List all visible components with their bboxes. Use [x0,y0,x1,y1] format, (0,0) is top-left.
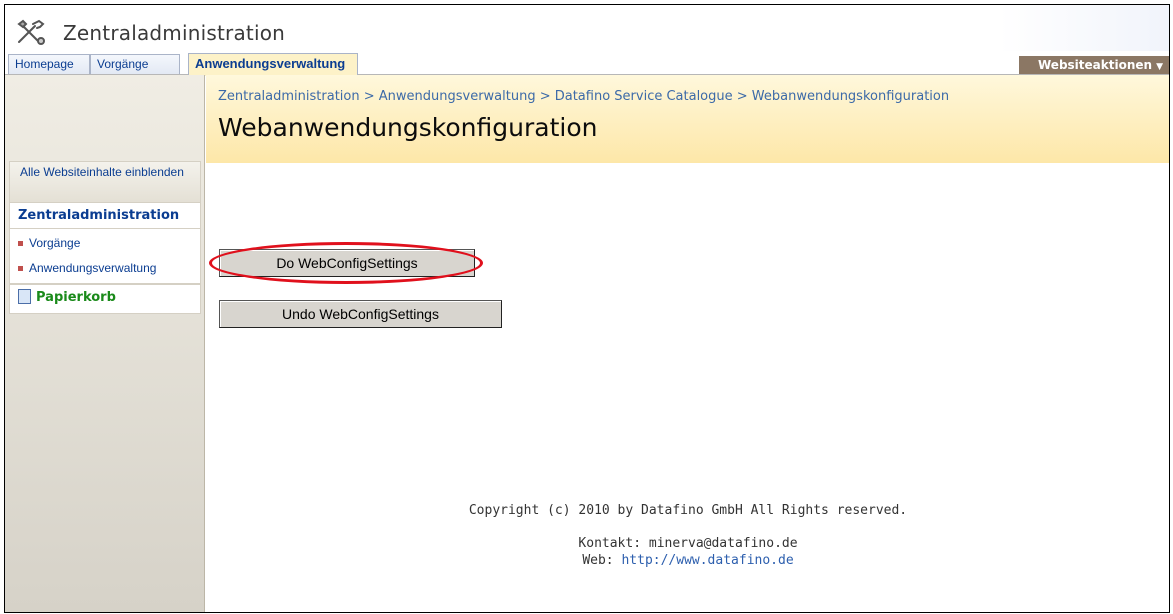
breadcrumb[interactable]: Zentraladministration > Anwendungsverwal… [218,89,949,104]
bullet-icon [18,266,23,272]
recycle-bin-label: Papierkorb [36,290,116,305]
copyright-text: Copyright (c) 2010 by Datafino GmbH All … [468,503,908,518]
page-header: Zentraladministration > Anwendungsverwal… [206,75,1169,163]
tab-anwendungsverwaltung[interactable]: Anwendungsverwaltung [188,53,358,76]
sidebar-item-vorgaenge[interactable]: Vorgänge [10,231,200,255]
website-link[interactable]: http://www.datafino.de [621,553,793,568]
title-bar: Zentraladministration [5,5,1169,51]
undo-webconfig-button[interactable]: Undo WebConfigSettings [219,300,502,328]
recycle-bin-link[interactable]: Papierkorb [10,283,200,315]
sidebar-item-label: Vorgänge [29,236,81,250]
sidebar-heading[interactable]: Zentraladministration [10,203,200,229]
web-prefix: Web: [582,553,622,568]
tab-homepage[interactable]: Homepage [8,54,90,74]
title-fade [999,5,1169,51]
site-actions-menu[interactable]: Websiteaktionen ▼ [1019,56,1169,74]
do-webconfig-button[interactable]: Do WebConfigSettings [219,249,475,277]
contact-text: Kontakt: minerva@datafino.de [578,536,798,551]
tab-bar: Homepage Vorgänge Anwendungsverwaltung W… [5,51,1169,76]
bullet-icon [18,241,23,247]
sidebar-item-anwendungsverwaltung[interactable]: Anwendungsverwaltung [10,256,200,280]
tab-vorgaenge[interactable]: Vorgänge [90,54,180,74]
chevron-down-icon: ▼ [1156,62,1163,72]
admin-tools-icon [17,19,45,45]
page-title: Webanwendungskonfiguration [218,113,598,142]
sidebar-item-label: Anwendungsverwaltung [29,261,157,275]
web-line: Web: http://www.datafino.de [205,553,1169,568]
site-actions-label: Websiteaktionen [1038,58,1153,72]
browser-frame: Zentraladministration Homepage Vorgänge … [4,4,1170,613]
quick-launch: Alle Websiteinhalte einblenden Zentralad… [9,161,201,314]
left-panel: Alle Websiteinhalte einblenden Zentralad… [5,75,205,612]
recycle-bin-icon [18,289,31,304]
all-site-content-link[interactable]: Alle Websiteinhalte einblenden [10,162,200,203]
app-title: Zentraladministration [63,21,286,45]
